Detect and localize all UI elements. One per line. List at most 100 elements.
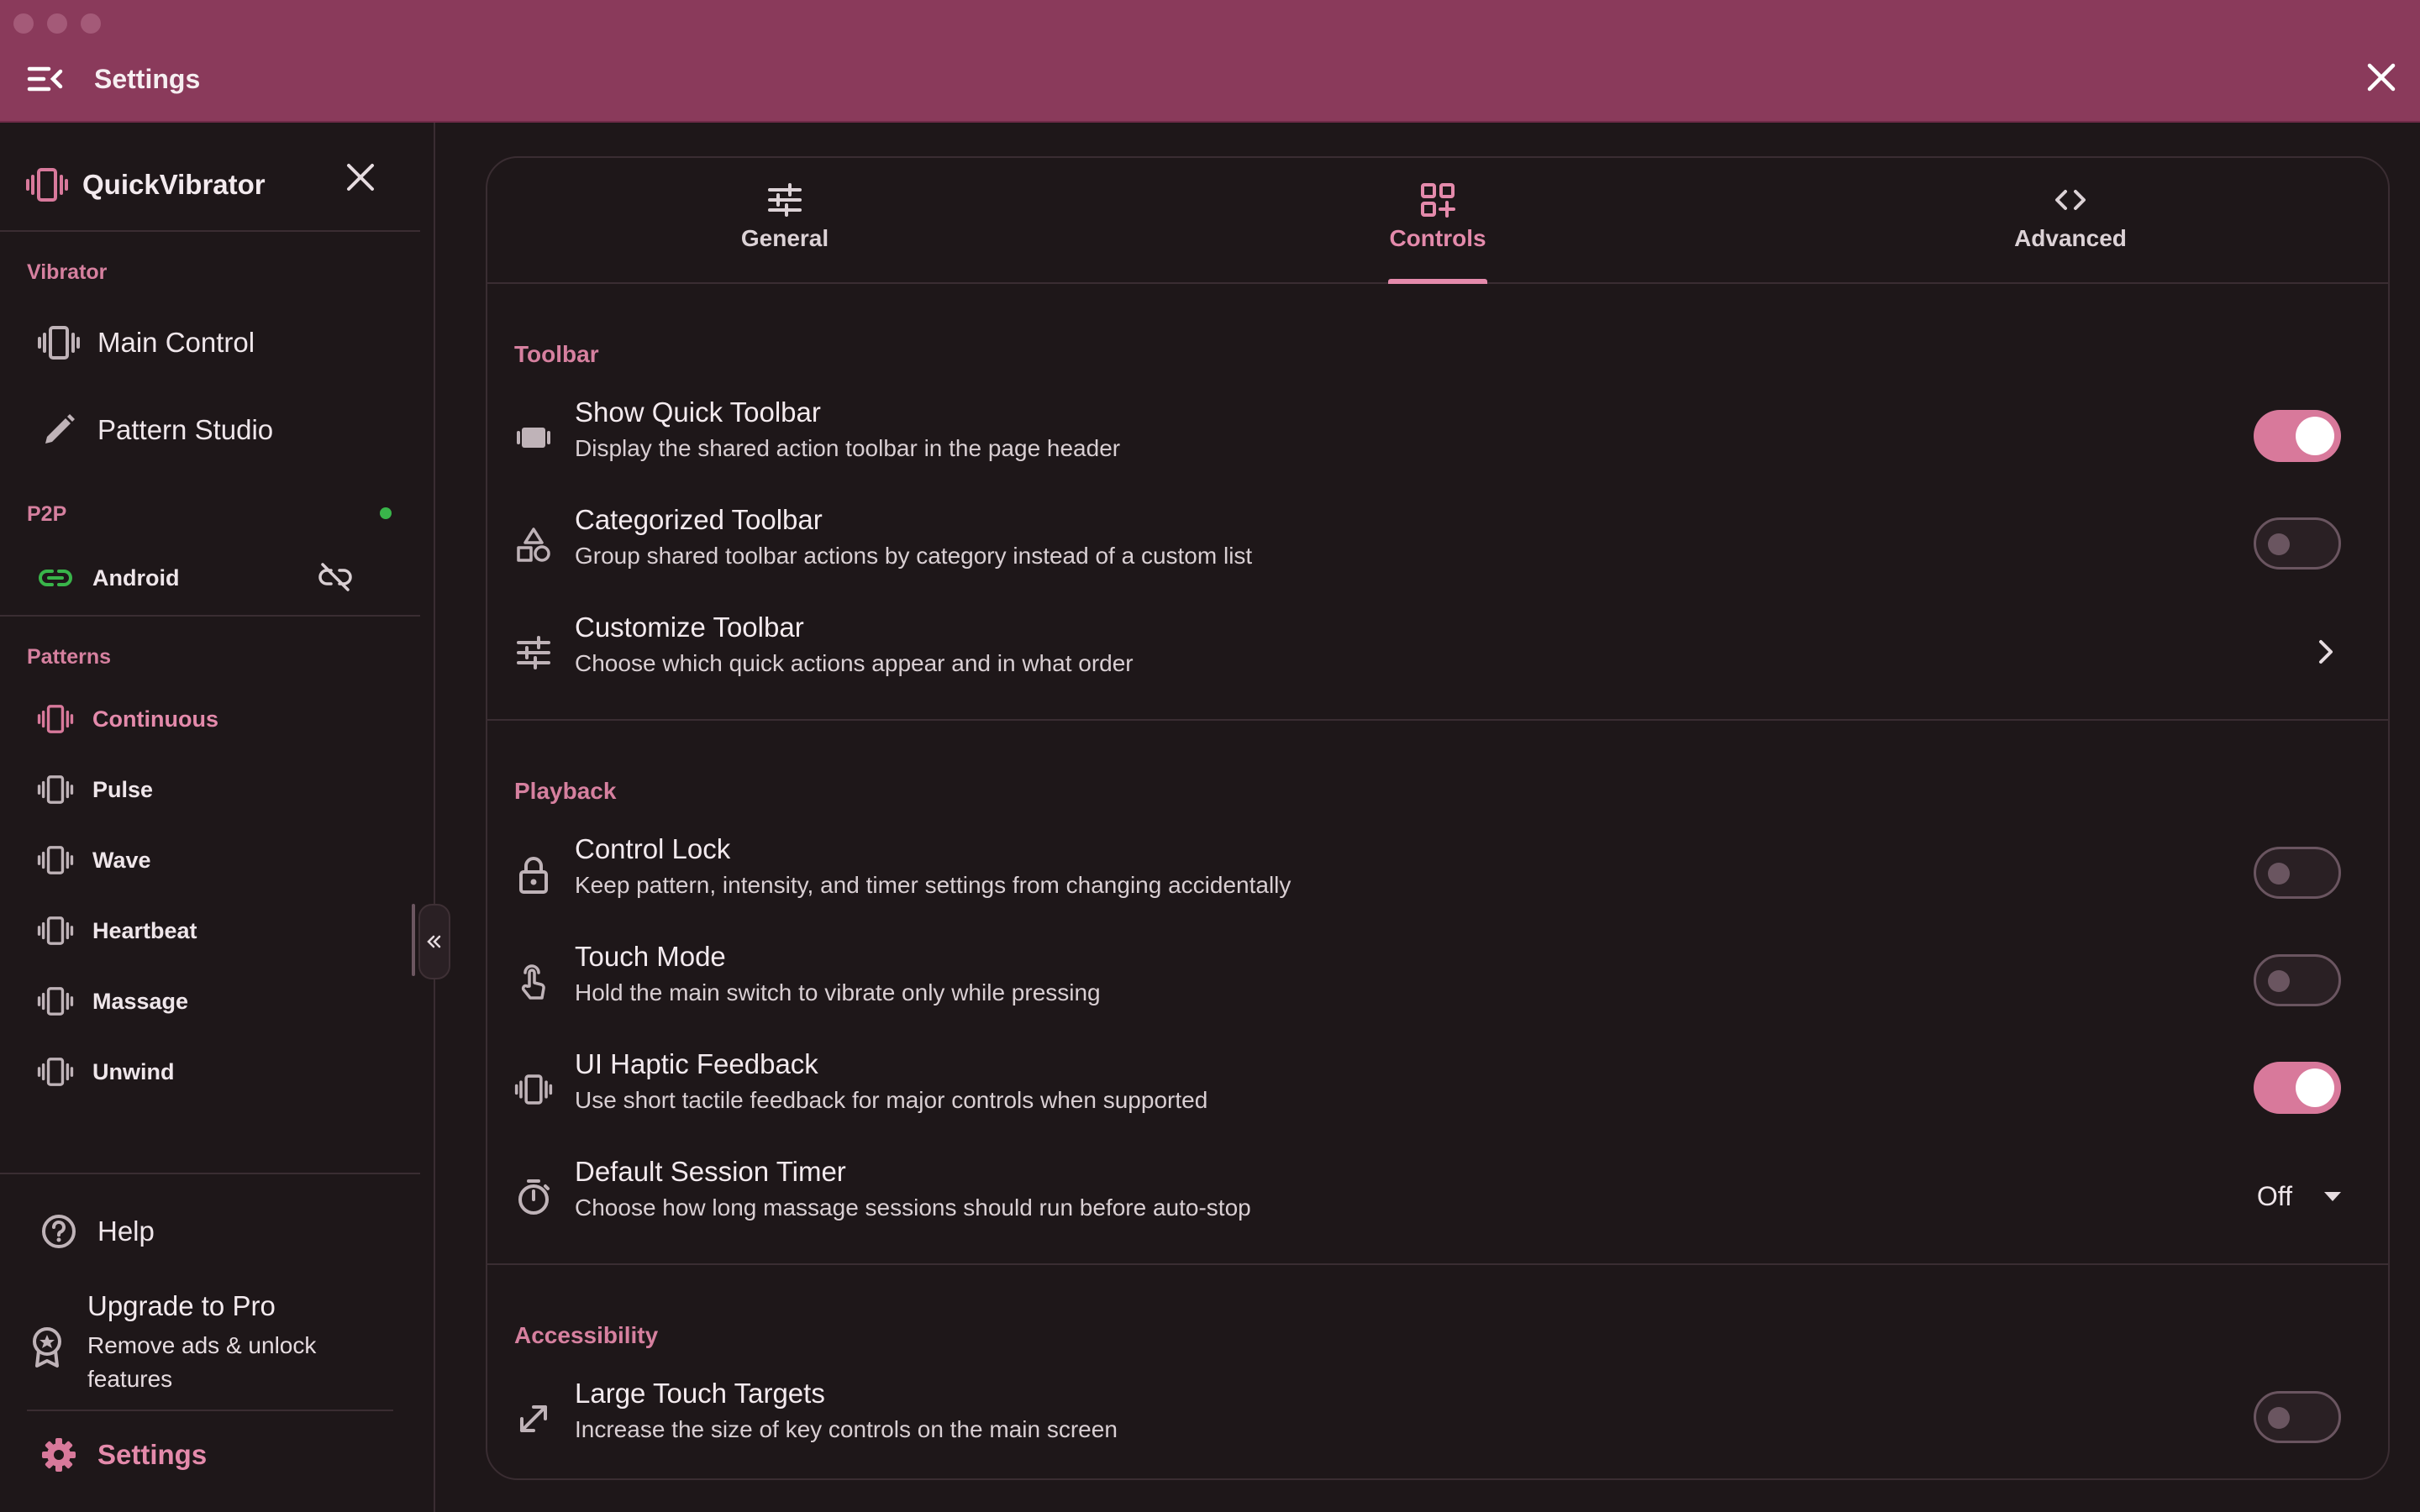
vibration-icon: [37, 916, 74, 945]
setting-description: Keep pattern, intensity, and timer setti…: [575, 872, 1292, 898]
setting-row-show-quick-toolbar[interactable]: Show Quick Toolbar Display the shared ac…: [487, 385, 2388, 492]
setting-description: Choose which quick actions appear and in…: [575, 650, 1134, 676]
lock-icon: [519, 857, 548, 894]
category-icon: [517, 528, 550, 562]
large-touch-targets-toggle[interactable]: [2254, 1391, 2341, 1443]
gear-icon: [42, 1438, 76, 1472]
window-title: Settings: [94, 64, 201, 94]
sidebar-item-label: Wave: [92, 847, 151, 873]
sidebar-item-label: Pattern Studio: [97, 414, 274, 445]
sidebar-item-wave[interactable]: Wave: [37, 833, 151, 887]
sidebar-item-label: Android: [92, 564, 180, 591]
timer-icon: [518, 1179, 550, 1215]
setting-row-customize-toolbar[interactable]: Customize Toolbar Choose which quick act…: [487, 600, 2388, 707]
resize-bar[interactable]: [412, 904, 415, 976]
touch-icon: [521, 964, 545, 1000]
sidebar-item-label: Heartbeat: [92, 917, 197, 943]
sidebar-item-unwind[interactable]: Unwind: [37, 1045, 174, 1099]
setting-title: Show Quick Toolbar: [575, 396, 821, 428]
tab-label: Controls: [1389, 225, 1486, 251]
ui-haptic-feedback-toggle[interactable]: [2254, 1062, 2341, 1114]
section-label-patterns: Patterns: [27, 645, 112, 669]
chevron-right-icon[interactable]: [2311, 637, 2341, 667]
menu-open-icon[interactable]: [27, 62, 64, 96]
setting-title: UI Haptic Feedback: [575, 1048, 818, 1079]
window-zoom-dot[interactable]: [81, 13, 101, 34]
upgrade-subtitle: Remove ads & unlock features: [87, 1332, 317, 1392]
close-icon[interactable]: [2363, 59, 2400, 96]
setting-title: Control Lock: [575, 833, 731, 864]
touch-mode-toggle[interactable]: [2254, 954, 2341, 1006]
setting-row-control-lock[interactable]: Control Lock Keep pattern, intensity, an…: [487, 822, 2388, 929]
tab-bar: General Controls Advanced: [487, 158, 2388, 284]
tab-advanced[interactable]: Advanced: [1944, 158, 2196, 282]
collapse-sidebar-button[interactable]: [418, 904, 450, 979]
expand-icon: [520, 1405, 547, 1432]
window-close-dot[interactable]: [13, 13, 34, 34]
link-icon: [39, 570, 72, 586]
active-tab-indicator: [1388, 279, 1487, 284]
status-dot: [380, 507, 392, 519]
setting-row-default-session-timer[interactable]: Default Session Timer Choose how long ma…: [487, 1144, 2388, 1252]
brand-name: QuickVibrator: [82, 169, 266, 200]
tab-label: General: [740, 225, 829, 251]
sidebar-item-help[interactable]: Help: [37, 1205, 155, 1258]
setting-title: Default Session Timer: [575, 1156, 846, 1187]
divider: [487, 719, 2388, 721]
window-minimize-dot[interactable]: [47, 13, 67, 34]
sidebar-item-main-control[interactable]: Main Control: [37, 316, 255, 370]
group-label-playback: Playback: [514, 778, 617, 804]
tune-icon: [517, 636, 550, 669]
award-icon: [33, 1327, 61, 1368]
tune-icon: [768, 183, 802, 217]
sidebar-item-label: Main Control: [97, 327, 255, 358]
setting-title: Large Touch Targets: [575, 1378, 825, 1409]
sidebar-item-heartbeat[interactable]: Heartbeat: [37, 904, 197, 958]
vibration-icon: [37, 705, 74, 733]
divider: [0, 230, 420, 232]
vibration-icon: [37, 987, 74, 1016]
sidebar-item-label: Massage: [92, 988, 189, 1014]
sidebar-item-pulse[interactable]: Pulse: [37, 763, 153, 816]
setting-row-categorized-toolbar[interactable]: Categorized Toolbar Group shared toolbar…: [487, 492, 2388, 600]
title-bar: Settings: [0, 0, 2420, 123]
divider: [0, 615, 420, 617]
divider: [27, 1410, 393, 1411]
vibration-icon: [37, 775, 74, 804]
caret-down-icon: [2324, 1191, 2341, 1201]
sidebar-item-settings[interactable]: Settings: [37, 1428, 207, 1482]
close-icon[interactable]: [341, 158, 380, 197]
sidebar-item-android[interactable]: Android: [37, 551, 179, 605]
setting-description: Display the shared action toolbar in the…: [575, 435, 1121, 461]
tab-label: Advanced: [2014, 225, 2127, 251]
categorized-toolbar-toggle[interactable]: [2254, 517, 2341, 570]
setting-title: Customize Toolbar: [575, 612, 804, 643]
toolbar-icon: [517, 428, 550, 448]
setting-row-touch-mode[interactable]: Touch Mode Hold the main switch to vibra…: [487, 929, 2388, 1037]
window-controls: [13, 13, 101, 34]
session-timer-dropdown[interactable]: Off: [2257, 1169, 2341, 1223]
sidebar-item-pattern-studio[interactable]: Pattern Studio: [37, 403, 273, 457]
unlink-icon[interactable]: [318, 559, 353, 595]
sidebar-item-continuous[interactable]: Continuous: [37, 692, 218, 746]
vibration-icon: [26, 168, 68, 202]
setting-row-ui-haptic-feedback[interactable]: UI Haptic Feedback Use short tactile fee…: [487, 1037, 2388, 1144]
control-lock-toggle[interactable]: [2254, 847, 2341, 899]
sidebar: QuickVibrator Vibrator Main Control Patt…: [0, 123, 450, 1512]
divider: [0, 1173, 420, 1174]
vibration-icon: [38, 326, 80, 360]
setting-description: Use short tactile feedback for major con…: [575, 1087, 1208, 1113]
vibration-icon: [37, 846, 74, 874]
setting-row-large-touch-targets[interactable]: Large Touch Targets Increase the size of…: [487, 1366, 2388, 1473]
show-quick-toolbar-toggle[interactable]: [2254, 410, 2341, 462]
setting-description: Hold the main switch to vibrate only whi…: [575, 979, 1101, 1005]
sidebar-item-label: Settings: [97, 1439, 208, 1470]
help-icon: [42, 1215, 76, 1248]
tab-general[interactable]: General: [659, 158, 911, 282]
setting-description: Group shared toolbar actions by category…: [575, 543, 1253, 569]
tab-controls[interactable]: Controls: [1312, 158, 1564, 282]
sidebar-item-massage[interactable]: Massage: [37, 974, 188, 1028]
code-icon: [2055, 190, 2086, 210]
vibration-icon: [37, 1058, 74, 1086]
grid-add-icon: [1421, 183, 1455, 218]
